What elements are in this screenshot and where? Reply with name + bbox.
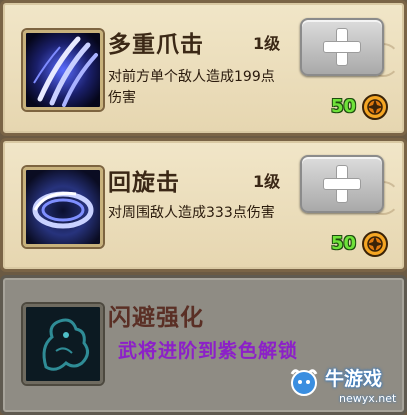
bull-logo-icon: [290, 369, 318, 396]
skill-description: 对前方单个敌人造成199点伤害: [108, 69, 275, 106]
skill-point-coin-icon: [362, 231, 388, 257]
whirl-strike-icon: [23, 167, 103, 247]
site-watermark: 牛游戏 newyx.net: [283, 360, 407, 415]
skill-level: 1级: [253, 34, 281, 53]
watermark-url: newyx.net: [339, 392, 397, 405]
unlock-hint: 武将进阶到紫色解锁: [118, 340, 299, 362]
dragon-silhouette-icon: [23, 304, 103, 384]
skill-name: 回旋击: [108, 170, 180, 196]
upgrade-button[interactable]: [300, 155, 384, 213]
skill-panel-1: 多重爪击 1级 对前方单个敌人造成199点伤害 50: [0, 0, 407, 136]
skill-panel-2: 回旋击 1级 对周围敌人造成333点伤害 50: [0, 138, 407, 272]
cost-amount: 50: [331, 96, 357, 117]
upgrade-button[interactable]: [300, 18, 384, 76]
cost-amount: 50: [331, 233, 357, 254]
locked-skill-name: 闪避强化: [108, 305, 204, 331]
claw-slash-icon: [23, 30, 103, 110]
plus-icon: [324, 166, 360, 202]
skill-level: 1级: [253, 172, 281, 191]
skill-description: 对周围敌人造成333点伤害: [108, 205, 275, 221]
watermark-title: 牛游戏: [325, 368, 383, 390]
plus-icon: [324, 29, 360, 65]
skill-name: 多重爪击: [108, 32, 204, 58]
skill-point-coin-icon: [362, 94, 388, 120]
